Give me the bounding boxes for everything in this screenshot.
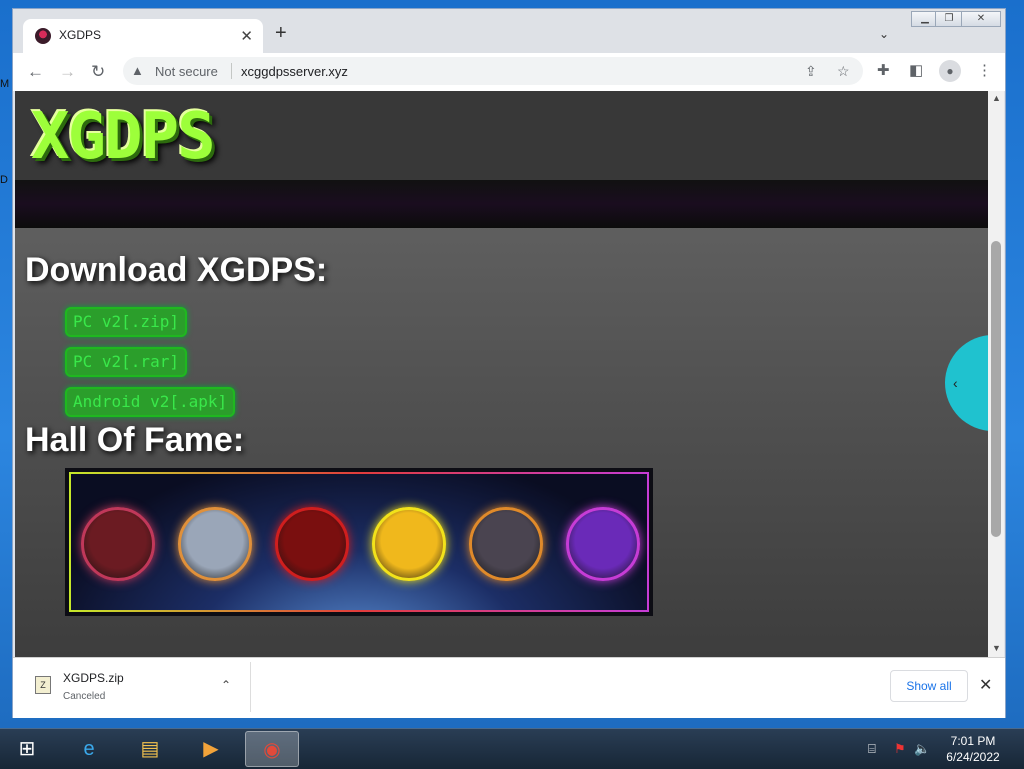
forward-button[interactable]: → <box>59 63 76 80</box>
side-panel-icon[interactable]: ◧ <box>909 63 923 79</box>
reload-button[interactable]: ↻ <box>91 63 105 80</box>
system-clock[interactable]: 7:01 PM 6/24/2022 <box>938 733 1008 765</box>
hall-of-fame-heading: Hall Of Fame: <box>25 421 245 459</box>
download-pc-rar-button[interactable]: PC v2[.rar] <box>65 347 187 377</box>
glasses-boy-avatar <box>178 507 252 581</box>
address-bar[interactable]: ▲ Not secure xcggdpsserver.xyz ⇪ ☆ <box>123 57 863 85</box>
network-icon[interactable]: ⌸ <box>868 741 876 757</box>
restore-button[interactable]: ❐ <box>935 11 963 27</box>
download-android-apk-button[interactable]: Android v2[.apk] <box>65 387 236 417</box>
tab-search-icon[interactable]: ⌄ <box>879 27 889 41</box>
security-label[interactable]: Not secure <box>155 64 218 79</box>
volume-icon[interactable]: 🔈 <box>914 741 930 757</box>
extensions-icon[interactable]: ✚ <box>877 63 890 79</box>
bookmark-star-icon[interactable]: ☆ <box>837 63 850 80</box>
site-favicon-icon <box>35 28 51 44</box>
internet-explorer-icon[interactable]: e <box>62 731 116 767</box>
close-window-button[interactable]: ✕ <box>961 11 1001 27</box>
start-button[interactable]: ⊞ <box>0 731 54 767</box>
orange-cat-avatar <box>469 507 543 581</box>
browser-toolbar: ← → ↻ ▲ Not secure xcggdpsserver.xyz ⇪ ☆… <box>13 53 1005 91</box>
close-shelf-icon[interactable]: ✕ <box>979 675 992 695</box>
media-player-icon[interactable]: ▶ <box>184 731 238 767</box>
download-pc-zip-button[interactable]: PC v2[.zip] <box>65 307 187 337</box>
tab-xgdps[interactable]: XGDPS ✕ <box>23 19 263 53</box>
taskbar: ⊞ e ▤ ▶ ◉ ⌸ ⚑ 🔈 7:01 PM 6/24/2022 <box>0 728 1024 769</box>
scroll-down-icon[interactable]: ▼ <box>992 643 1001 653</box>
page-viewport: XGDPS Download XGDPS: PC v2[.zip] PC v2[… <box>15 91 988 657</box>
warning-icon[interactable]: ▲ <box>131 63 144 78</box>
header-banner <box>15 180 988 228</box>
show-all-button[interactable]: Show all <box>890 670 968 702</box>
chrome-icon[interactable]: ◉ <box>245 731 299 767</box>
clock-time: 7:01 PM <box>950 734 996 748</box>
chevron-up-icon[interactable]: ⌃ <box>221 678 231 692</box>
profile-icon[interactable]: ● <box>939 60 961 82</box>
red-demon-avatar <box>275 507 349 581</box>
download-heading: Download XGDPS: <box>25 251 328 289</box>
yellow-cat-avatar <box>372 507 446 581</box>
hall-of-fame-banner <box>65 468 653 616</box>
shelf-divider <box>250 662 251 712</box>
vertical-scrollbar[interactable]: ▲ ▼ <box>988 91 1004 657</box>
site-logo[interactable]: XGDPS <box>31 105 216 169</box>
browser-window: XGDPS ✕ + ⌄ ▁ ❐ ✕ ← → ↻ ▲ Not secure xcg… <box>12 8 1006 718</box>
clock-date: 6/24/2022 <box>946 750 1000 764</box>
side-toggle-button[interactable]: ‹ <box>945 335 988 431</box>
address-divider <box>231 63 232 79</box>
browser-menu-icon[interactable]: ⋮ <box>977 63 992 79</box>
tab-title: XGDPS <box>59 28 102 42</box>
url-text[interactable]: xcggdpsserver.xyz <box>241 64 348 79</box>
new-tab-button[interactable]: + <box>275 23 287 43</box>
download-shelf: Z XGDPS.zip Canceled ⌃ Show all ✕ <box>13 657 1005 718</box>
share-icon[interactable]: ⇪ <box>805 63 817 80</box>
download-file-name[interactable]: XGDPS.zip <box>63 671 124 685</box>
zip-file-icon: Z <box>35 676 51 694</box>
witch-girl-avatar <box>81 507 155 581</box>
back-button[interactable]: ← <box>27 63 44 80</box>
scrollbar-thumb[interactable] <box>991 241 1001 537</box>
tab-strip: XGDPS ✕ + ⌄ ▁ ❐ ✕ <box>13 9 1005 53</box>
action-center-flag-icon[interactable]: ⚑ <box>894 741 906 757</box>
download-status: Canceled <box>63 691 106 702</box>
desktop-icons-edge: M D <box>0 78 10 186</box>
hall-of-fame-frame <box>69 472 649 612</box>
site-header: XGDPS <box>15 91 988 180</box>
close-tab-icon[interactable]: ✕ <box>240 27 253 45</box>
purple-skull-avatar <box>566 507 640 581</box>
file-explorer-icon[interactable]: ▤ <box>123 731 177 767</box>
scroll-up-icon[interactable]: ▲ <box>992 93 1001 103</box>
